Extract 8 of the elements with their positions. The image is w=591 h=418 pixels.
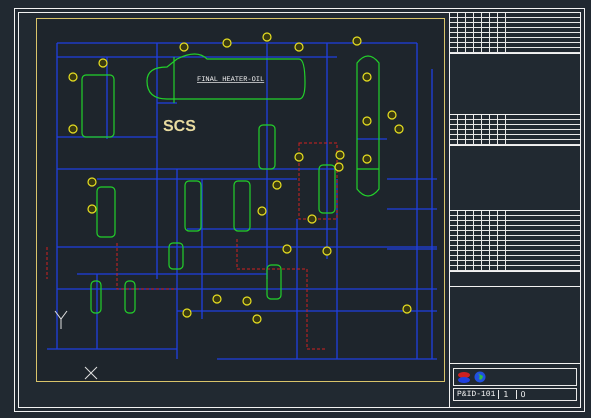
cross-mark-icon (84, 366, 98, 380)
company-logo-icon (457, 370, 471, 384)
north-arrow-icon (54, 310, 68, 330)
drawing-number: P&ID-101 (457, 390, 496, 399)
revision-number: 0 (516, 390, 530, 399)
sheet-number: 1 (498, 390, 512, 399)
globe-icon (474, 370, 486, 384)
watermark-logo: SCS (163, 118, 196, 135)
